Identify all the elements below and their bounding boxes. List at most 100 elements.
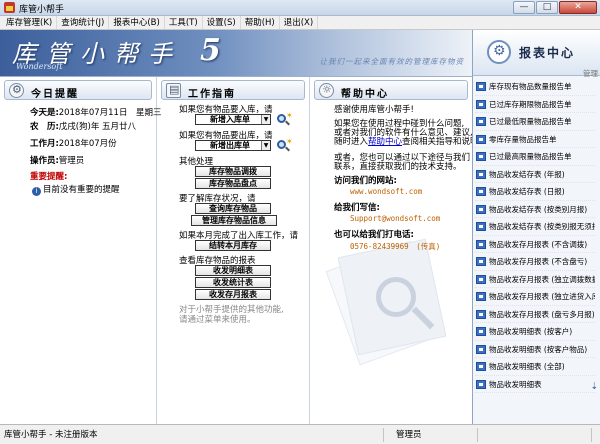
report-item-label: 物品收发存月报表 (独立调拨数据) bbox=[489, 274, 595, 284]
banner-slogan: 让我们一起来全面有效的管理库存物资 bbox=[319, 57, 464, 66]
detail-report-button[interactable]: 收发明细表 bbox=[195, 265, 271, 276]
report-item[interactable]: 物品收发明细表 (全部) bbox=[475, 358, 595, 376]
menu-help[interactable]: 帮助(H) bbox=[241, 16, 280, 29]
report-item[interactable]: 物品收发明细表 bbox=[475, 376, 595, 393]
work-month-label: 工作月: bbox=[30, 139, 59, 149]
guide-footer: 对于小帮手提供的其他功能,请通过菜单来使用。 bbox=[179, 305, 284, 325]
menu-query[interactable]: 查询统计(J) bbox=[57, 16, 110, 29]
monthly-report-button[interactable]: 收发存月报表 bbox=[195, 289, 271, 300]
dropdown-arrow-icon[interactable]: ▼ bbox=[261, 141, 270, 150]
help-panel-header: 帮助中心 bbox=[314, 80, 468, 100]
today-panel-header: 今日提醒 bbox=[4, 80, 152, 100]
report-icon bbox=[476, 99, 486, 109]
report-item[interactable]: 物品收发明细表 (按客户物品) bbox=[475, 341, 595, 358]
today-label: 今天是: bbox=[30, 108, 59, 118]
minimize-button[interactable]: — bbox=[513, 1, 535, 14]
report-icon bbox=[476, 344, 486, 354]
report-item[interactable]: 零库存量物品报告单 bbox=[475, 131, 595, 148]
stock-check-button[interactable]: 库存物品盘点 bbox=[195, 178, 271, 189]
report-item[interactable]: 物品收发存月报表 (独立调拨数据) bbox=[475, 271, 595, 288]
report-item[interactable]: 物品收发存月报表 (不含盘亏) bbox=[475, 253, 595, 271]
new-stock-in-button[interactable]: 新增入库单 ▼ bbox=[195, 114, 271, 125]
help-paragraph-2b: 联系，直接获取我们的技术支持。 bbox=[334, 162, 462, 172]
report-item-label: 物品收发明细表 (按客户) bbox=[489, 327, 573, 336]
report-item[interactable]: 库存现有物品数量报告单 bbox=[475, 78, 595, 96]
report-item-label: 库存现有物品数量报告单 bbox=[489, 82, 572, 91]
query-stock-button[interactable]: 查询库存物品 bbox=[195, 203, 271, 214]
menu-inventory[interactable]: 库存管理(K) bbox=[2, 16, 58, 29]
background-magnifier-graphic bbox=[376, 277, 416, 317]
guide-panel-header: 工作指南 bbox=[161, 80, 305, 100]
help-thanks: 感谢使用库管小帮手! bbox=[334, 105, 414, 115]
report-item[interactable]: 物品收发结存表 (日报) bbox=[475, 183, 595, 201]
help-icon bbox=[319, 83, 334, 98]
report-item-label: 物品收发明细表 (按客户物品) bbox=[489, 344, 588, 354]
report-icon bbox=[476, 169, 486, 179]
lunar-label: 农 历: bbox=[30, 122, 59, 132]
menu-settings[interactable]: 设置(S) bbox=[203, 16, 241, 29]
report-icon bbox=[476, 309, 486, 319]
report-icon bbox=[476, 204, 486, 214]
report-item[interactable]: 已过库存期限物品报告单 bbox=[475, 96, 595, 113]
mail-label: 给我们写信: bbox=[334, 203, 380, 213]
banner-subtitle: Wondersoft bbox=[16, 62, 63, 71]
new-stock-out-button[interactable]: 新增出库单 ▼ bbox=[195, 140, 271, 151]
menu-reports[interactable]: 报表中心(B) bbox=[109, 16, 165, 29]
maximize-button[interactable]: □ bbox=[536, 1, 558, 14]
magnifier-icon[interactable]: ✶ bbox=[277, 111, 293, 127]
report-icon bbox=[476, 379, 486, 389]
report-icon bbox=[476, 222, 486, 231]
today-panel: 今日提醒 今天是: 2018年07月11日 星期三 农 历: 戊戌(狗)年 五月… bbox=[0, 77, 161, 425]
carry-forward-button[interactable]: 结转本月库存 bbox=[195, 240, 271, 251]
manage-stock-button[interactable]: 管理库存物品信息 bbox=[191, 215, 277, 226]
report-item[interactable]: 物品收发结存表 (按类别报无须报) bbox=[475, 218, 595, 236]
report-item[interactable]: 物品收发存月报表 (盘亏多月报) bbox=[475, 306, 595, 323]
stock-transfer-button[interactable]: 库存物品调拨 bbox=[195, 166, 271, 177]
mail-link[interactable]: Support@wondsoft.com bbox=[350, 214, 440, 223]
report-item-label: 物品收发明细表 bbox=[489, 379, 542, 389]
website-link[interactable]: www.wondsoft.com bbox=[350, 187, 422, 196]
report-item-label: 物品收发存月报表 (盘亏多月报) bbox=[489, 309, 595, 319]
report-icon bbox=[476, 257, 486, 266]
menu-exit[interactable]: 退出(X) bbox=[280, 16, 319, 29]
report-icon bbox=[476, 82, 486, 91]
report-item[interactable]: 物品收发明细表 (按客户) bbox=[475, 323, 595, 341]
help-center-link[interactable]: 帮助中心 bbox=[368, 137, 402, 147]
report-item[interactable]: 已过最高限量物品报告单 bbox=[475, 148, 595, 166]
help-panel-title: 帮助中心 bbox=[341, 89, 389, 100]
report-icon bbox=[476, 117, 486, 126]
magnifier-icon[interactable]: ✶ bbox=[277, 137, 293, 153]
report-item-label: 零库存量物品报告单 bbox=[489, 134, 557, 144]
report-item[interactable]: 已过最低限量物品报告单 bbox=[475, 113, 595, 131]
app-icon bbox=[4, 2, 15, 13]
banner-version: 5 bbox=[200, 33, 221, 68]
report-center-icon bbox=[487, 40, 511, 64]
book-icon bbox=[166, 83, 181, 98]
menu-tools[interactable]: 工具(T) bbox=[165, 16, 203, 29]
dropdown-arrow-icon[interactable]: ▼ bbox=[261, 115, 270, 124]
report-item[interactable]: 物品收发存月报表 (不含调拨) bbox=[475, 236, 595, 253]
report-icon bbox=[476, 292, 486, 301]
important-item[interactable]: 目前没有重要的提醒 bbox=[43, 185, 120, 195]
report-icon bbox=[476, 152, 486, 161]
banner: 库管小帮手 5 Wondersoft 让我们一起来全面有效的管理库存物资 bbox=[0, 30, 472, 76]
phone-value: 0576-82439969 (传真) bbox=[350, 242, 441, 251]
report-item[interactable]: 物品收发结存表 (年报) bbox=[475, 166, 595, 183]
report-center-title: 报表中心 bbox=[519, 46, 576, 60]
today-value: 2018年07月11日 星期三 bbox=[58, 108, 162, 118]
stat-report-button[interactable]: 收发统计表 bbox=[195, 277, 271, 288]
report-icon bbox=[476, 134, 486, 144]
report-item-label: 已过最高限量物品报告单 bbox=[489, 152, 572, 161]
report-item-label: 物品收发结存表 (按类别月报) bbox=[489, 204, 588, 214]
report-center-sidebar: 报表中心 管理 库存现有物品数量报告单 已过库存期限物品报告单 已过最低限量物品… bbox=[472, 30, 600, 424]
report-item-label: 物品收发结存表 (日报) bbox=[489, 187, 565, 196]
lunar-value: 戊戌(狗)年 五月廿八 bbox=[58, 122, 137, 132]
phone-label: 也可以给我们打电话: bbox=[334, 230, 414, 240]
gear-icon bbox=[9, 83, 24, 98]
close-button[interactable]: ✕ bbox=[559, 1, 597, 14]
report-item[interactable]: 物品收发结存表 (按类别月报) bbox=[475, 201, 595, 218]
report-icon bbox=[476, 327, 486, 336]
scroll-down-icon[interactable]: ⇣ bbox=[590, 382, 598, 392]
report-item-label: 物品收发结存表 (按类别报无须报) bbox=[489, 222, 595, 231]
report-item[interactable]: 物品收发存月报表 (独立进货入库) bbox=[475, 288, 595, 306]
